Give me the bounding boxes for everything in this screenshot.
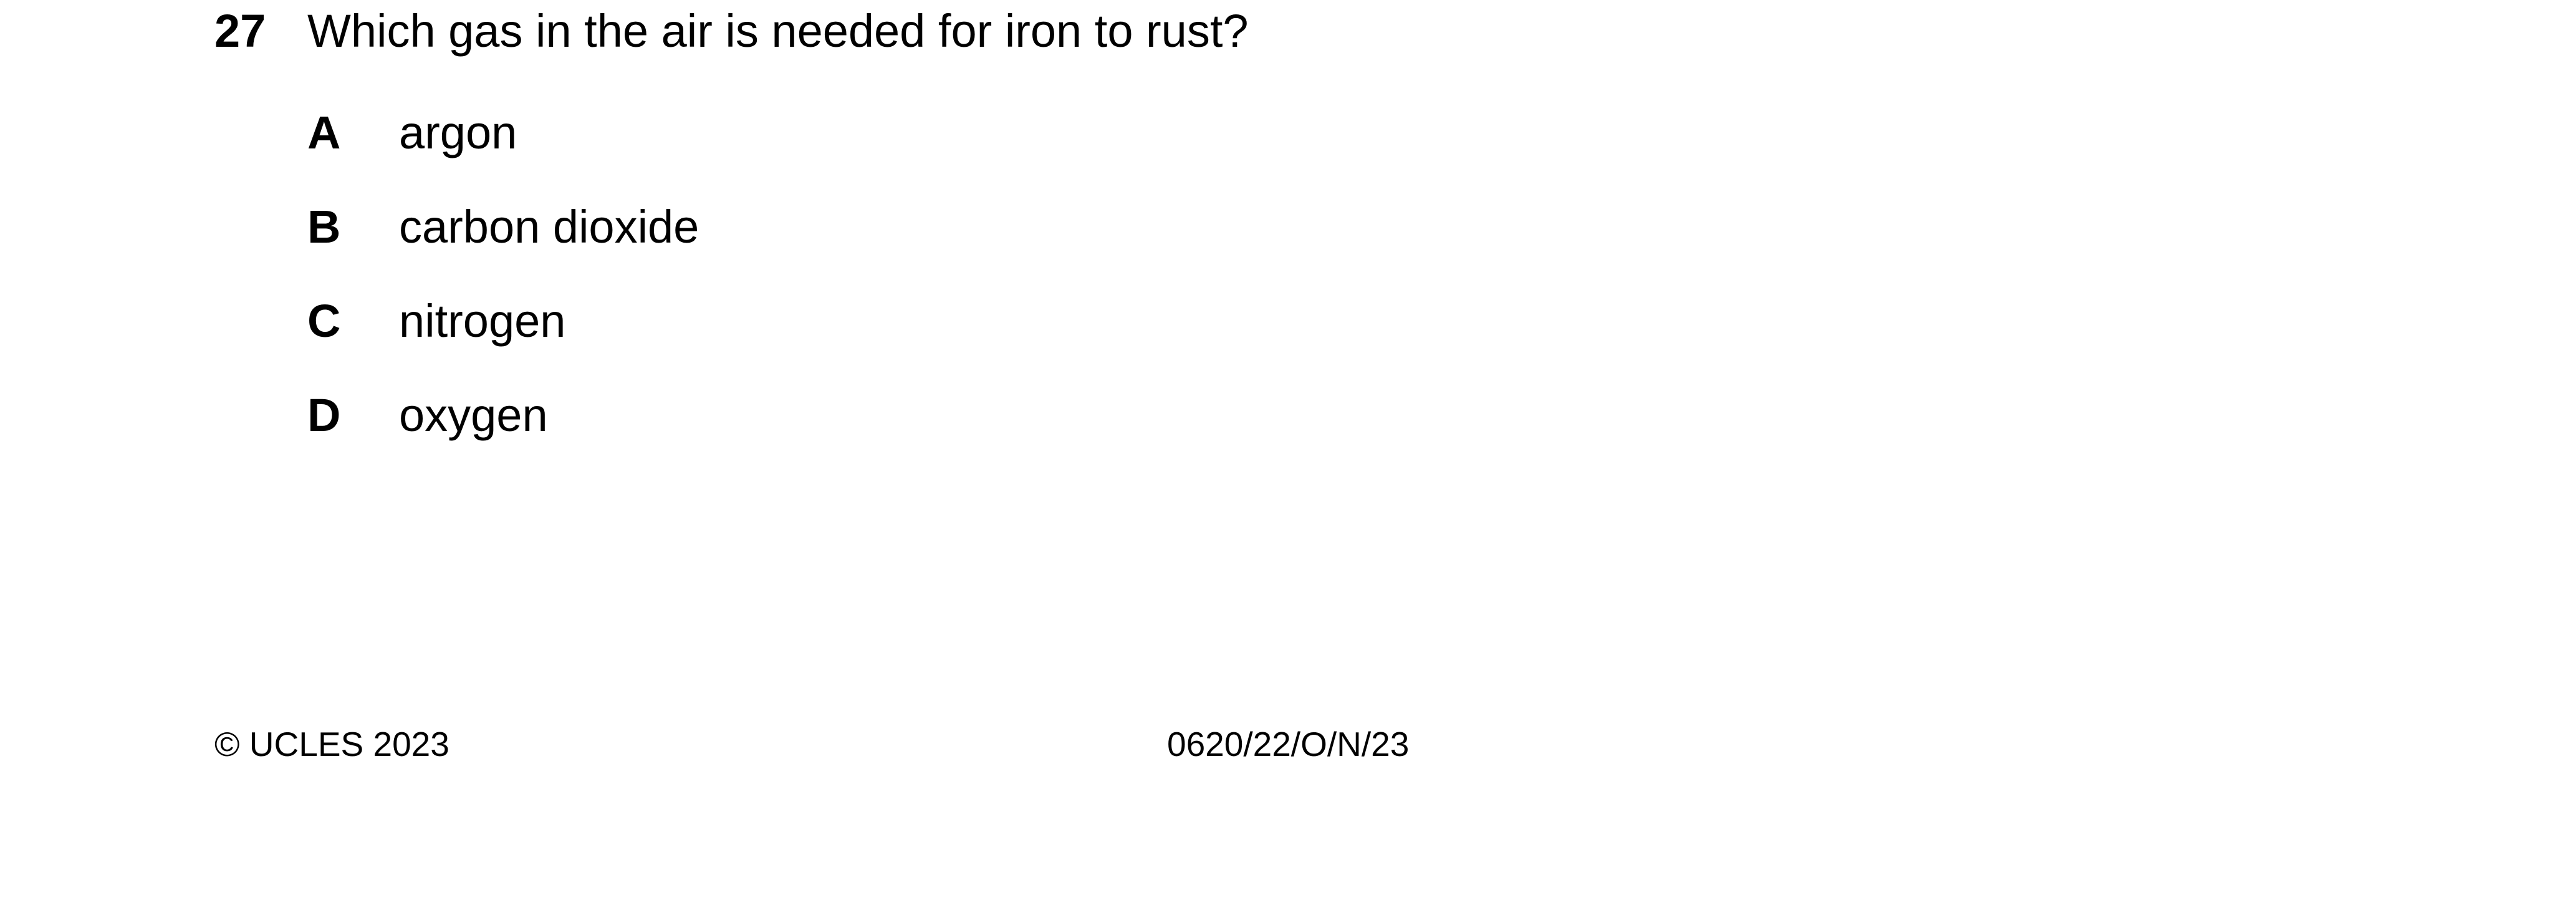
exam-page: 27 Which gas in the air is needed for ir… — [0, 0, 2576, 920]
option-text: carbon dioxide — [399, 201, 699, 253]
option-d[interactable]: D oxygen — [307, 384, 1180, 447]
option-a[interactable]: A argon — [307, 102, 1180, 164]
option-text: argon — [399, 107, 517, 158]
question-text: Which gas in the air is needed for iron … — [307, 5, 1249, 57]
option-letter: C — [307, 295, 341, 347]
paper-code: 0620/22/O/N/23 — [1167, 725, 1410, 763]
option-letter: D — [307, 389, 341, 441]
option-c[interactable]: C nitrogen — [307, 290, 1180, 352]
option-letter: B — [307, 201, 341, 253]
option-text: oxygen — [399, 389, 548, 441]
option-b[interactable]: B carbon dioxide — [307, 196, 1180, 258]
copyright-notice: © UCLES 2023 — [214, 725, 449, 763]
option-letter: A — [307, 107, 341, 158]
question-number: 27 — [214, 5, 266, 57]
option-text: nitrogen — [399, 295, 566, 347]
